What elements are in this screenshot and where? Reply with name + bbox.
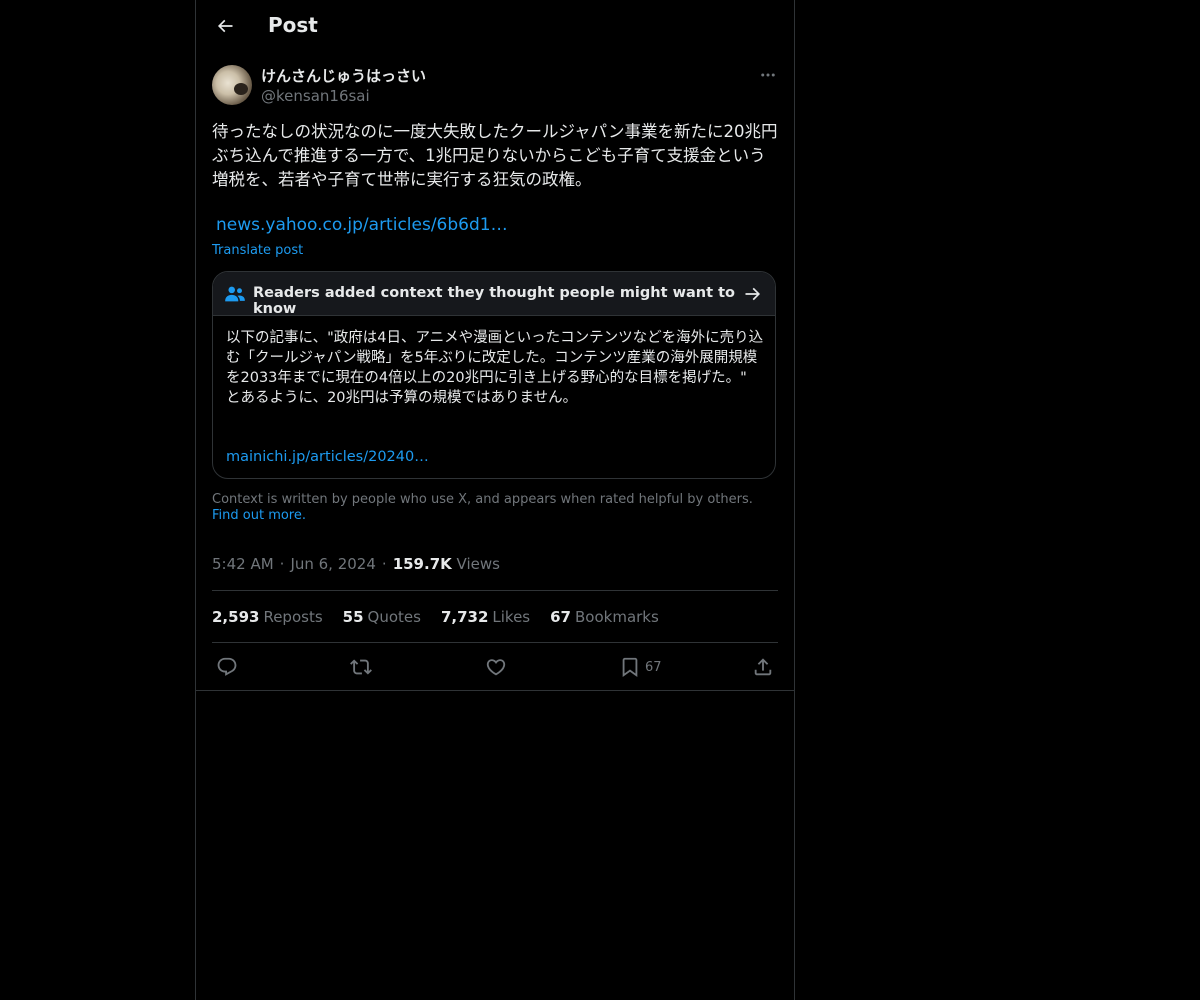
views-count: 159.7K [392, 555, 452, 573]
likes-count: 7,732 [440, 608, 489, 626]
meta-separator: · [381, 555, 387, 573]
bookmark-count: 67 [645, 659, 662, 675]
reposts-stat[interactable]: 2,593 Reposts [212, 608, 323, 626]
reposts-count: 2,593 [212, 608, 260, 626]
page-title: Post [268, 13, 318, 37]
community-note-link[interactable]: mainichi.jp/articles/20240… [226, 449, 429, 465]
primary-column: Post けんさんじゅうはっさい @kensan16sai 待ったなしの状況なの… [195, 0, 795, 1000]
divider [212, 642, 778, 643]
community-note-title: Readers added context they thought peopl… [253, 285, 735, 317]
community-note-body: 以下の記事に、"政府は4日、アニメや漫画といったコンテンツなどを海外に売り込む「… [226, 330, 764, 406]
bookmarks-stat[interactable]: 67 Bookmarks [550, 608, 659, 626]
like-button[interactable] [485, 655, 507, 679]
community-note-card: Readers added context they thought peopl… [212, 271, 776, 479]
avatar[interactable] [212, 65, 252, 105]
reposts-label: Reposts [263, 608, 323, 626]
bookmark-icon [622, 657, 638, 678]
post-text: 待ったなしの状況なのに一度大失敗したクールジャパン事業を新たに20兆円ぶち込んで… [212, 122, 778, 189]
post-link[interactable]: news.yahoo.co.jp/articles/6b6d1… [216, 215, 508, 235]
quotes-stat[interactable]: 55 Quotes [343, 608, 421, 626]
share-button[interactable] [752, 655, 774, 679]
bookmarks-count: 67 [550, 608, 571, 626]
reply-icon [217, 657, 237, 676]
divider [196, 690, 794, 691]
likes-label: Likes [492, 608, 531, 626]
quotes-label: Quotes [367, 608, 421, 626]
divider [212, 590, 778, 591]
post-time[interactable]: 5:42 AM [212, 555, 274, 573]
author-handle[interactable]: @kensan16sai [261, 87, 370, 105]
views-label: Views [456, 555, 500, 573]
arrow-left-icon [217, 19, 233, 33]
meta-separator: · [279, 555, 285, 573]
community-note-footer: Context is written by people who use X, … [212, 492, 778, 524]
author-display-name[interactable]: けんさんじゅうはっさい [261, 65, 426, 86]
likes-stat[interactable]: 7,732 Likes [441, 608, 530, 626]
share-icon [754, 658, 772, 676]
more-options-button[interactable] [754, 64, 782, 86]
back-button[interactable] [208, 9, 242, 43]
find-out-more-link[interactable]: Find out more. [212, 508, 306, 523]
page-header: Post [196, 0, 794, 53]
bookmark-button[interactable]: 67 [619, 655, 662, 679]
translate-post-link[interactable]: Translate post [212, 243, 303, 258]
community-note-header[interactable]: Readers added context they thought peopl… [213, 272, 775, 317]
post-stats: 2,593 Reposts 55 Quotes 7,732 Likes 67 Bookm… [212, 608, 659, 626]
post-meta: 5:42 AM · Jun 6, 2024 · 159.7K Views [212, 555, 500, 573]
more-horizontal-icon [761, 73, 775, 77]
reply-button[interactable] [216, 655, 238, 679]
like-icon [486, 659, 506, 676]
repost-icon [350, 659, 372, 675]
post-date[interactable]: Jun 6, 2024 [290, 555, 375, 573]
quotes-count: 55 [342, 608, 364, 626]
community-note-footer-text: Context is written by people who use X, … [212, 492, 753, 507]
repost-button[interactable] [350, 655, 372, 679]
arrow-right-icon [745, 287, 761, 301]
people-icon [225, 286, 245, 302]
bookmarks-label: Bookmarks [575, 608, 659, 626]
